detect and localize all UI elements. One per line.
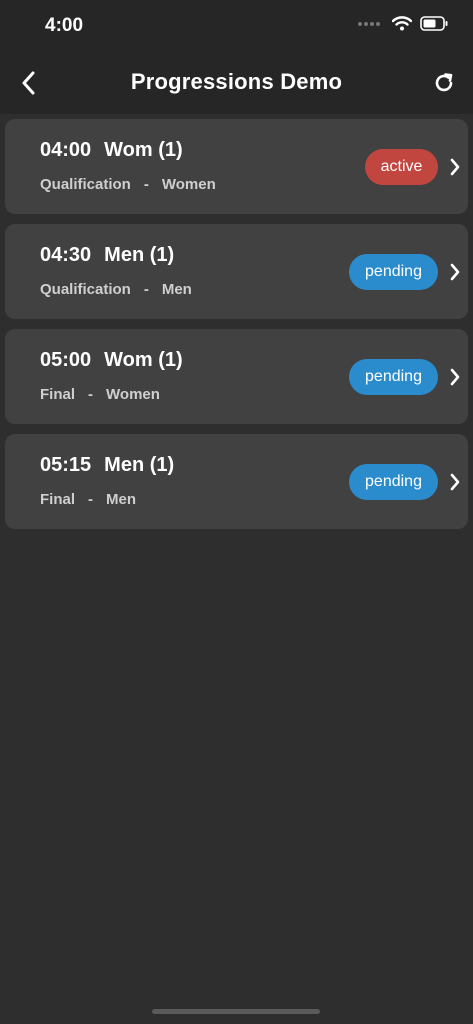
item-title: Wom (1)	[104, 139, 183, 161]
chevron-right-icon	[450, 263, 460, 281]
chevron-right-icon	[450, 368, 460, 386]
item-separator: -	[88, 491, 94, 508]
item-time: 05:00	[40, 349, 92, 371]
home-indicator[interactable]	[152, 1009, 320, 1014]
item-time: 04:30	[40, 244, 92, 266]
status-badge: active	[365, 149, 438, 185]
status-badge: pending	[349, 254, 438, 290]
item-time: 04:00	[40, 139, 92, 161]
item-separator: -	[88, 386, 94, 403]
item-phase: Qualification	[40, 176, 131, 193]
status-badge: pending	[349, 464, 438, 500]
refresh-icon	[435, 73, 453, 92]
item-heading: 04:00 Wom (1)	[40, 139, 183, 162]
status-icons	[358, 16, 449, 31]
chevron-right-icon	[450, 473, 460, 491]
battery-icon	[420, 16, 448, 31]
item-heading: 05:15 Men (1)	[40, 454, 174, 477]
item-heading: 05:00 Wom (1)	[40, 349, 183, 372]
item-phase: Final	[40, 386, 76, 403]
list-item[interactable]: 05:15 Men (1) Final - Men pending	[5, 434, 468, 529]
item-category: Men	[106, 491, 137, 508]
item-subtitle: Qualification - Men	[40, 281, 192, 298]
page-title: Progressions Demo	[130, 69, 343, 94]
wifi-icon	[392, 16, 412, 31]
item-heading: 04:30 Men (1)	[40, 244, 174, 267]
chevron-right-icon	[450, 158, 460, 176]
cellular-signal-icon	[358, 21, 380, 26]
item-title: Men (1)	[104, 244, 175, 266]
item-category: Men	[161, 281, 192, 298]
item-phase: Qualification	[40, 281, 131, 298]
item-category: Women	[161, 176, 216, 193]
item-title: Men (1)	[104, 454, 175, 476]
item-separator: -	[143, 281, 149, 298]
item-subtitle: Qualification - Women	[40, 176, 216, 193]
item-category: Women	[106, 386, 160, 403]
item-subtitle: Final - Men	[40, 491, 136, 508]
refresh-button[interactable]	[429, 68, 459, 98]
status-bar: 4:00	[0, 0, 473, 52]
list-item[interactable]: 04:00 Wom (1) Qualification - Women active	[5, 119, 468, 214]
item-separator: -	[143, 176, 149, 193]
item-title: Wom (1)	[104, 349, 183, 371]
item-subtitle: Final - Women	[40, 386, 160, 403]
navigation-bar: Progressions Demo	[0, 52, 473, 114]
status-badge: pending	[349, 359, 438, 395]
list-item[interactable]: 05:00 Wom (1) Final - Women pending	[5, 329, 468, 424]
item-time: 05:15	[40, 454, 92, 476]
item-phase: Final	[40, 491, 76, 508]
list-item[interactable]: 04:30 Men (1) Qualification - Men pending	[5, 224, 468, 319]
status-time: 4:00	[45, 15, 84, 36]
progressions-list: 04:00 Wom (1) Qualification - Women active …	[5, 119, 468, 539]
